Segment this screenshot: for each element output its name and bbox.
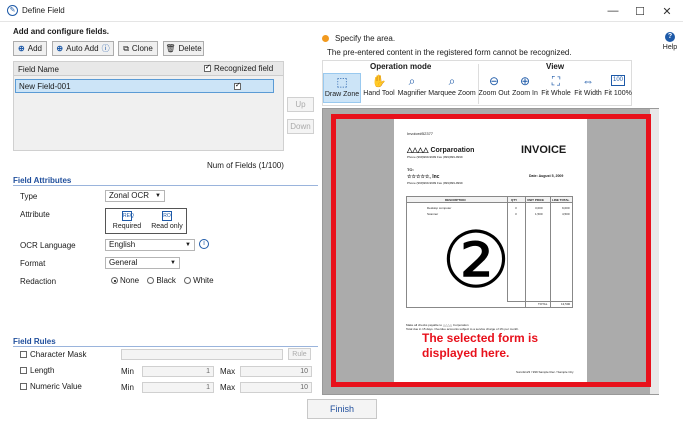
zoom-out-icon: ⊖: [488, 74, 500, 88]
numeric-max-input[interactable]: 10: [240, 382, 312, 393]
close-button[interactable]: ✕: [654, 0, 680, 22]
rule-button[interactable]: Rule: [288, 348, 311, 360]
left-heading: Add and configure fields.: [13, 27, 110, 36]
numeric-value-checkbox[interactable]: Numeric Value: [20, 382, 82, 391]
operation-mode-label: Operation mode: [370, 62, 432, 71]
fit-whole-icon: ⛶: [551, 74, 561, 88]
table-row[interactable]: New Field-001: [15, 79, 274, 93]
redaction-white-radio[interactable]: White: [184, 276, 214, 285]
type-label: Type: [20, 192, 38, 201]
info-text: The pre-entered content in the registere…: [327, 48, 572, 57]
required-toggle[interactable]: REQ Required: [110, 211, 144, 230]
character-mask-input[interactable]: [121, 349, 283, 360]
minimize-button[interactable]: —: [600, 0, 626, 22]
auto-add-icon: ⊕: [56, 44, 64, 53]
field-attributes-title: Field Attributes: [13, 176, 72, 185]
auto-add-button[interactable]: ⊕ Auto Add ⓘ: [52, 41, 114, 56]
up-button[interactable]: Up: [287, 97, 314, 112]
format-label: Format: [20, 259, 46, 268]
ocr-language-label: OCR Language: [20, 241, 76, 250]
fit-width-tool[interactable]: ⇔ Fit Width: [572, 74, 604, 97]
attributes-divider: [13, 185, 318, 186]
length-min-label: Min: [121, 367, 134, 376]
type-select[interactable]: Zonal OCR ▼: [105, 190, 165, 202]
redaction-none-radio[interactable]: None: [111, 276, 139, 285]
add-icon: ⊕: [18, 44, 25, 53]
chevron-down-icon: ▼: [185, 242, 191, 248]
format-select[interactable]: General ▼: [105, 257, 180, 269]
field-rules-title: Field Rules: [13, 337, 56, 346]
numeric-max-label: Max: [220, 383, 236, 392]
table-header: Field Name Recognized field: [14, 62, 283, 76]
fit-100-icon: 100: [611, 75, 625, 86]
read-only-toggle[interactable]: RO Read only: [148, 211, 186, 230]
trash-icon: 🗑: [165, 44, 176, 53]
info-icon: ⓘ: [101, 44, 110, 53]
marquee-zoom-icon: ⌕: [448, 74, 456, 88]
length-max-label: Max: [220, 367, 236, 376]
numeric-min-input[interactable]: 1: [142, 382, 214, 393]
view-label: View: [546, 62, 565, 71]
rules-divider: [13, 346, 318, 347]
chevron-down-icon: ▼: [170, 260, 176, 266]
marquee-zoom-tool[interactable]: ⌕ Marquee Zoom: [428, 74, 476, 97]
help-button[interactable]: ? Help: [660, 32, 680, 51]
recognized-all-checkbox[interactable]: [204, 63, 211, 73]
add-button[interactable]: ⊕ Add: [13, 41, 47, 56]
zoom-in-icon: ⊕: [519, 74, 531, 88]
length-min-input[interactable]: 1: [142, 366, 214, 377]
zoom-in-tool[interactable]: ⊕ Zoom In: [509, 74, 541, 97]
row-field-name: New Field-001: [19, 82, 71, 91]
delete-button[interactable]: 🗑 Delete: [163, 41, 204, 56]
length-max-input[interactable]: 10: [240, 366, 312, 377]
redaction-black-radio[interactable]: Black: [147, 276, 176, 285]
ocr-info-icon[interactable]: i: [199, 239, 209, 249]
col-field-name: Field Name: [18, 65, 59, 74]
finish-button[interactable]: Finish: [307, 399, 377, 419]
read-only-icon: RO: [162, 211, 172, 221]
info-dot-icon: [322, 35, 329, 42]
ocr-language-select[interactable]: English ▼: [105, 239, 195, 251]
preview-scrollbar[interactable]: [650, 109, 659, 394]
row-recognized-checkbox[interactable]: [234, 81, 241, 91]
app-icon: ✎: [7, 5, 18, 16]
attribute-label: Attribute: [20, 210, 50, 219]
fit-width-icon: ⇔: [582, 74, 594, 88]
down-button[interactable]: Down: [287, 119, 314, 134]
magnifier-tool[interactable]: ⌕ Magnifier: [393, 74, 431, 97]
maximize-button[interactable]: ☐: [627, 0, 653, 22]
help-icon: ?: [665, 32, 675, 42]
col-recognized[interactable]: Recognized field: [204, 63, 273, 73]
draw-zone-icon: ⬚: [336, 75, 348, 89]
window-title: Define Field: [22, 6, 65, 15]
chevron-down-icon: ▼: [155, 193, 161, 199]
redaction-label: Redaction: [20, 277, 57, 286]
character-mask-checkbox[interactable]: Character Mask: [20, 350, 86, 359]
zoom-out-tool[interactable]: ⊖ Zoom Out: [477, 74, 511, 97]
field-table: Field Name Recognized field New Field-00…: [13, 61, 284, 151]
draw-zone-tool[interactable]: ⬚ Draw Zone: [323, 73, 361, 103]
callout-text: The selected form is displayed here.: [422, 331, 539, 360]
fit-100-tool[interactable]: 100 Fit 100%: [602, 74, 634, 97]
length-checkbox[interactable]: Length: [20, 366, 54, 375]
numeric-min-label: Min: [121, 383, 134, 392]
attribute-box: REQ Required RO Read only: [105, 208, 187, 234]
title-bar: ✎ Define Field — ☐ ✕: [0, 0, 683, 22]
clone-button[interactable]: ⧉ Clone: [118, 41, 158, 56]
clone-icon: ⧉: [123, 43, 129, 53]
num-fields-label: Num of Fields (1/100): [207, 161, 284, 170]
required-icon: REQ: [122, 211, 134, 221]
redaction-options: None Black White: [111, 276, 214, 285]
magnifier-icon: ⌕: [408, 74, 416, 88]
specify-area-title: Specify the area.: [335, 34, 396, 43]
fit-whole-tool[interactable]: ⛶ Fit Whole: [540, 74, 572, 97]
